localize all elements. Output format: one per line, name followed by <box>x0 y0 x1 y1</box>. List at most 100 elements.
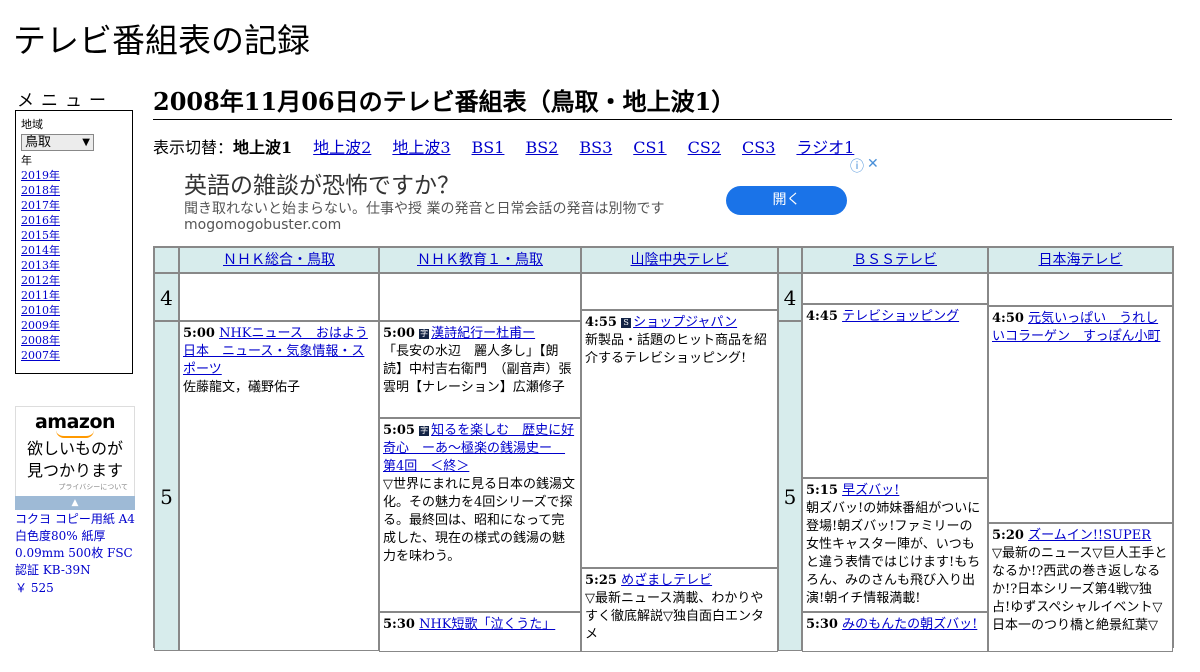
switch-tab[interactable]: 地上波3 <box>392 138 450 157</box>
program-desc: ▽最新のニュース▽巨人王手となるか!?西武の巻き返しなるか!?日本シリーズ第4戦… <box>992 546 1168 633</box>
hour-header-left <box>154 247 179 273</box>
banner-description[interactable]: 聞き取れないと始まらない。仕事や授 業の発音と日常会話の発音は別物です <box>184 198 664 218</box>
program-time: 5:00 <box>183 326 215 341</box>
switch-tab[interactable]: BS1 <box>472 138 505 157</box>
site-title[interactable]: テレビ番組表の記録 <box>13 14 310 62</box>
hour-label: 4 <box>778 273 802 321</box>
ad-collapse-bar[interactable]: ▲ <box>15 496 135 510</box>
program-title-link[interactable]: 早ズバッ! <box>842 483 899 498</box>
switch-tab[interactable]: BS2 <box>525 138 558 157</box>
program-time: 5:25 <box>585 573 617 588</box>
switch-label: 表示切替： <box>153 138 234 157</box>
program-cell: 5:05 字知るを楽しむ 歴史に好奇心 ーあ～極楽の銭湯史ー 第4回 ＜終＞ ▽… <box>379 418 581 612</box>
program-cell: 5:30 NHK短歌「泣くうた」 <box>379 612 581 652</box>
program-title-link[interactable]: テレビショッピング <box>842 309 959 324</box>
menu-heading: メニュー <box>17 91 113 111</box>
region-select-value: 鳥取 <box>25 135 52 150</box>
switch-tab[interactable]: CS1 <box>633 138 666 157</box>
chevron-down-icon: ▼ <box>82 137 90 148</box>
channel-link[interactable]: ＮＨＫ総合・鳥取 <box>223 252 335 268</box>
program-time: 4:45 <box>806 309 838 324</box>
year-link[interactable]: 2018年 <box>21 183 132 198</box>
ad-line-1: 欲しいものが <box>26 439 123 458</box>
year-link[interactable]: 2014年 <box>21 243 132 258</box>
amazon-logo: amazon <box>34 411 116 433</box>
switch-tab[interactable]: ラジオ1 <box>796 138 854 157</box>
program-cell: 5:25 めざましテレビ ▽最新ニュース満載、わかりやすく徹底解説▽独自面白エン… <box>581 568 778 652</box>
banner-open-button[interactable]: 開く <box>726 186 847 215</box>
program-title-link[interactable]: めざましテレビ <box>621 573 712 588</box>
year-link[interactable]: 2009年 <box>21 318 132 333</box>
channel-link[interactable]: ＢＳＳテレビ <box>853 252 937 268</box>
program-time: 5:00 <box>383 326 415 341</box>
close-icon[interactable]: ✕ <box>867 156 879 172</box>
caption-icon: 字 <box>419 426 430 436</box>
channel-header-bss[interactable]: ＢＳＳテレビ <box>802 247 988 273</box>
channel-header-nhk-general[interactable]: ＮＨＫ総合・鳥取 <box>179 247 379 273</box>
stereo-icon: S <box>621 318 632 328</box>
banner-headline[interactable]: 英語の雑談が恐怖ですか？ <box>184 166 460 200</box>
switch-current: 地上波1 <box>233 138 293 157</box>
program-cell: 5:00 NHKニュース おはよう日本 ニュース・気象情報・スポーツ 佐藤龍文，… <box>179 321 379 651</box>
channel-header-sanin[interactable]: 山陰中央テレビ <box>581 247 778 273</box>
year-link[interactable]: 2007年 <box>21 348 132 363</box>
chevron-up-icon: ▲ <box>71 498 79 508</box>
channel-link[interactable]: 日本海テレビ <box>1039 252 1123 268</box>
program-cell: 4:45 テレビショッピング <box>802 304 988 478</box>
program-cell: 5:30 みのもんたの朝ズバッ! <box>802 612 988 652</box>
switch-tab[interactable]: CS2 <box>688 138 721 157</box>
hour-label: 4 <box>154 273 179 321</box>
year-link[interactable]: 2012年 <box>21 273 132 288</box>
year-link[interactable]: 2011年 <box>21 288 132 303</box>
hour-label: 5 <box>154 321 179 651</box>
empty-slot <box>179 273 379 321</box>
program-cell: 5:20 ズームイン!!SUPER ▽最新のニュース▽巨人王手となるか!?西武の… <box>988 523 1173 652</box>
program-time: 4:50 <box>992 311 1024 326</box>
region-select[interactable]: 鳥取 ▼ <box>21 134 94 151</box>
ad-banner[interactable]: 英語の雑談が恐怖ですか？ 聞き取れないと始まらない。仕事や授 業の発音と日常会話… <box>153 156 881 244</box>
region-label: 地域 <box>21 118 43 131</box>
hour-header-mid <box>778 247 802 273</box>
year-link[interactable]: 2016年 <box>21 213 132 228</box>
year-link[interactable]: 2008年 <box>21 333 132 348</box>
program-desc: ▽世界にまれに見る日本の銭湯文化。その魅力を4回シリーズで探る。最終回は、昭和に… <box>383 477 575 564</box>
program-title-link[interactable]: ショップジャパン <box>633 315 737 330</box>
program-grid: ＮＨＫ総合・鳥取 ＮＨＫ教育１・鳥取 山陰中央テレビ ＢＳＳテレビ 日本海テレビ… <box>153 246 1174 652</box>
switch-tab[interactable]: BS3 <box>579 138 612 157</box>
menu-panel: 地域 鳥取 ▼ 年 2019年 2018年 2017年 2016年 2015年 2014年 2… <box>15 110 133 374</box>
year-label: 年 <box>21 154 32 167</box>
program-title-link[interactable]: 漢詩紀行ー杜甫ー <box>431 326 535 341</box>
channel-header-nihonkai[interactable]: 日本海テレビ <box>988 247 1173 273</box>
switch-tab[interactable]: CS3 <box>742 138 775 157</box>
page-title: 2008年11月06日のテレビ番組表（鳥取・地上波1） <box>153 82 1172 120</box>
ad-privacy-link[interactable]: プライバシーについて <box>16 482 134 492</box>
empty-slot <box>802 273 988 304</box>
caption-icon: 字 <box>419 329 430 339</box>
program-time: 5:15 <box>806 483 838 498</box>
channel-link[interactable]: ＮＨＫ教育１・鳥取 <box>417 252 543 268</box>
program-desc: 新製品・話題のヒット商品を紹介するテレビショッピング! <box>585 333 768 366</box>
switch-tab[interactable]: 地上波2 <box>313 138 371 157</box>
ad-line-2: 見つかります <box>26 461 123 480</box>
year-link[interactable]: 2013年 <box>21 258 132 273</box>
empty-slot <box>581 273 778 310</box>
channel-header-nhk-edu[interactable]: ＮＨＫ教育１・鳥取 <box>379 247 581 273</box>
year-link[interactable]: 2017年 <box>21 198 132 213</box>
year-list: 2019年 2018年 2017年 2016年 2015年 2014年 2013年 2012年… <box>21 168 132 363</box>
program-cell: 4:55 S ショップジャパン 新製品・話題のヒット商品を紹介するテレビショッピン… <box>581 310 778 568</box>
ad-price[interactable]: ￥ 525 <box>15 579 54 596</box>
year-link[interactable]: 2010年 <box>21 303 132 318</box>
ad-product-link[interactable]: コクヨ コピー用紙 A4 白色度80% 紙厚 0.09mm 500枚 FSC認証… <box>15 511 137 579</box>
hour-label: 5 <box>778 321 802 651</box>
banner-url[interactable]: mogomogobuster.com <box>184 217 341 233</box>
program-desc: ▽最新ニュース満載、わかりやすく徹底解説▽独自面白エンタメ <box>585 591 764 642</box>
program-cell: 5:00 字漢詩紀行ー杜甫ー 「長安の水辺 麗人多し」【朗読】中村吉右衛門 （副… <box>379 321 581 418</box>
amazon-ad[interactable]: amazon 欲しいものが 見つかります プライバシーについて <box>15 406 135 510</box>
year-link[interactable]: 2015年 <box>21 228 132 243</box>
program-cell: 5:15 早ズバッ! 朝ズバッ!の姉妹番組がついに登場!朝ズバッ!ファミリーの女… <box>802 478 988 612</box>
program-title-link[interactable]: ズームイン!!SUPER <box>1028 528 1151 543</box>
year-link[interactable]: 2019年 <box>21 168 132 183</box>
empty-slot <box>379 273 581 321</box>
channel-link[interactable]: 山陰中央テレビ <box>631 252 729 268</box>
info-icon[interactable]: ⓘ <box>850 156 864 176</box>
